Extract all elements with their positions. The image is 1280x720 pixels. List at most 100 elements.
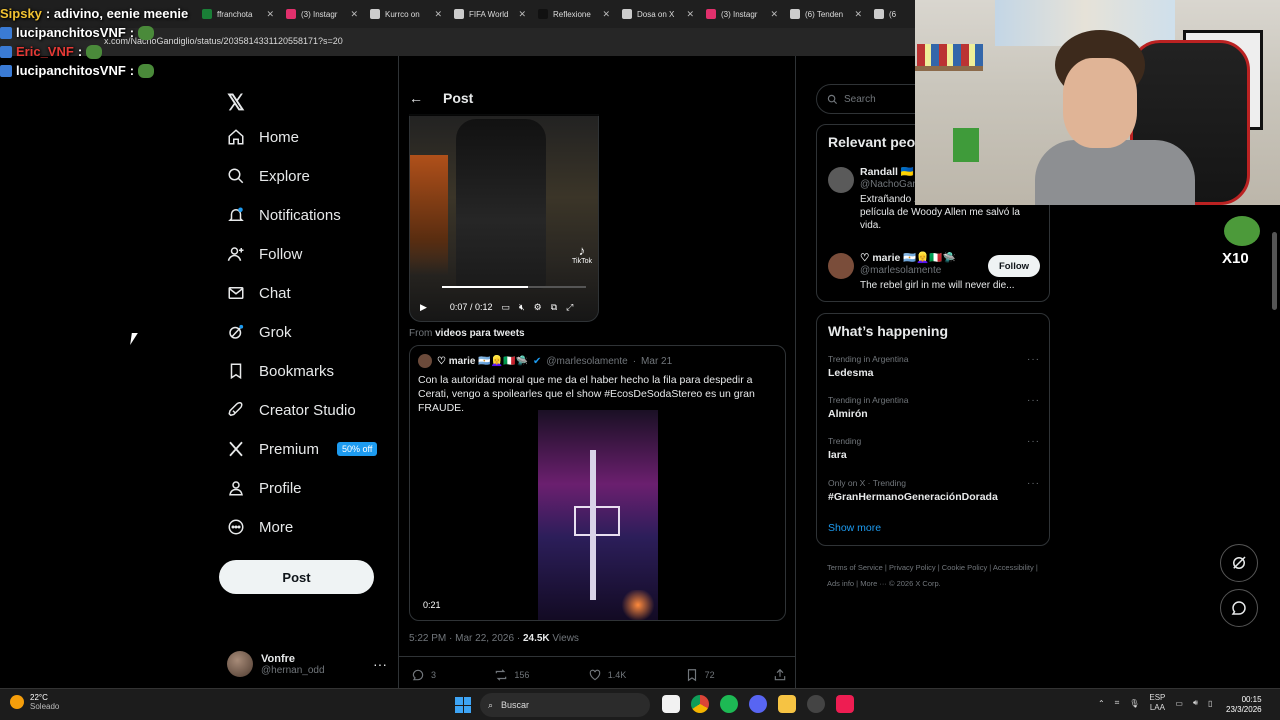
tiktok-icon[interactable]	[836, 695, 854, 713]
more-dots-icon[interactable]: ···	[373, 656, 387, 672]
video-frame-detail	[456, 119, 546, 289]
quoted-video[interactable]	[538, 410, 658, 620]
account-switcher[interactable]: Vonfre @hernan_odd ···	[227, 644, 387, 684]
browser-tab[interactable]: (6) Tenden ✕	[784, 3, 868, 25]
popout-icon[interactable]: ⧉	[551, 302, 557, 313]
nav-chat[interactable]: Chat	[227, 284, 291, 302]
browser-tab[interactable]: (3) Instagr ✕	[700, 3, 784, 25]
trend-item[interactable]: Trending in Argentina Ledesma ···	[828, 354, 1040, 379]
more-dots-icon[interactable]: ···	[1027, 436, 1040, 447]
x-favicon	[790, 9, 800, 19]
chat-badge-icon	[0, 45, 12, 58]
nav-follow[interactable]: Follow	[227, 245, 302, 263]
follow-button[interactable]: Follow	[988, 255, 1040, 277]
nav-notifications[interactable]: Notifications	[227, 206, 341, 224]
browser-tab[interactable]: Reflexione ✕	[532, 3, 616, 25]
chat-user: lucipanchitosVNF	[16, 25, 126, 40]
browser-tab[interactable]: (3) Instagr ✕	[280, 3, 364, 25]
nav-premium[interactable]: Premium 50% off	[227, 440, 378, 458]
close-tab-icon[interactable]: ✕	[350, 9, 358, 20]
more-dots-icon[interactable]: ···	[1027, 354, 1040, 365]
system-clock[interactable]: 00:15 23/3/2026	[1226, 695, 1262, 715]
close-tab-icon[interactable]: ✕	[686, 9, 694, 20]
footer-links[interactable]: Terms of Service | Privacy Policy | Cook…	[827, 560, 1047, 592]
captions-icon[interactable]: ▭	[501, 302, 510, 313]
nav-home[interactable]: Home	[227, 128, 299, 146]
nav-explore[interactable]: Explore	[227, 167, 310, 185]
close-tab-icon[interactable]: ✕	[602, 9, 610, 20]
taskbar-search-label: Buscar	[501, 700, 530, 710]
bookmark-button[interactable]: 72	[685, 668, 715, 682]
close-tab-icon[interactable]: ✕	[518, 9, 526, 20]
nav-grok[interactable]: Grok	[227, 323, 292, 341]
close-tab-icon[interactable]: ✕	[854, 9, 862, 20]
network-icon[interactable]: ⌗	[1115, 698, 1120, 708]
rocket-icon	[228, 402, 243, 417]
monitor-icon[interactable]: ▭	[1175, 699, 1183, 708]
language-indicator[interactable]: ESP LAA	[1149, 693, 1165, 713]
volume-icon[interactable]: 🔊︎	[1193, 698, 1198, 708]
repost-button[interactable]: 156	[494, 668, 529, 682]
chevron-up-icon[interactable]: ⌃	[1098, 699, 1105, 708]
close-tab-icon[interactable]: ✕	[434, 9, 442, 20]
browser-tab[interactable]: Kurrco on ✕	[364, 3, 448, 25]
windows-start-icon[interactable]	[455, 697, 471, 713]
file-explorer-icon[interactable]	[778, 695, 796, 713]
add-person-icon	[227, 247, 244, 261]
microphone-icon[interactable]: 🎙︎	[1129, 699, 1139, 708]
chrome-icon[interactable]	[691, 695, 709, 713]
messages-fab[interactable]	[1220, 589, 1258, 627]
nav-profile[interactable]: Profile	[227, 479, 302, 497]
weather-widget[interactable]: 22°C Soleado	[10, 693, 59, 711]
nav-notifications-label: Notifications	[259, 206, 341, 224]
taskbar: 22°C Soleado ⌕ Buscar ⌃ ⌗ 🎙︎ ESP LAA ▭ 🔊…	[0, 688, 1280, 720]
nav-bookmarks[interactable]: Bookmarks	[227, 362, 334, 380]
taskbar-search[interactable]: ⌕ Buscar	[480, 693, 650, 717]
clock-date: 23/3/2026	[1226, 705, 1262, 714]
chat-user: Eric_VNF	[16, 44, 74, 59]
quoted-post[interactable]: ♡ marie 🇦🇷👱‍♀️🇮🇹🛸 ✔ @marlesolamente · Ma…	[409, 345, 786, 621]
more-dots-icon[interactable]: ···	[1027, 395, 1040, 406]
close-tab-icon[interactable]: ✕	[770, 9, 778, 20]
video-frame-detail	[574, 506, 620, 536]
trend-item[interactable]: Trending Iara ···	[828, 436, 1040, 461]
repost-icon	[496, 669, 507, 681]
fullscreen-icon[interactable]: ⤢	[566, 302, 573, 313]
play-icon[interactable]: ▶	[420, 302, 427, 313]
browser-tab[interactable]: ffranchota ✕	[196, 3, 280, 25]
spotify-icon[interactable]	[720, 695, 738, 713]
nav-more[interactable]: More	[227, 518, 293, 536]
person-suggestion[interactable]: ♡ marie 🇦🇷👱‍♀️🇮🇹🛸 @marlesolamente The re…	[828, 251, 1040, 297]
quoted-author-name: ♡ marie 🇦🇷👱‍♀️🇮🇹🛸	[437, 355, 529, 367]
share-button[interactable]	[773, 668, 787, 682]
grok-fab[interactable]	[1220, 544, 1258, 582]
nav-creator-studio[interactable]: Creator Studio	[227, 401, 356, 419]
task-view-icon[interactable]	[662, 695, 680, 713]
trend-item[interactable]: Only on X · Trending #GranHermanoGenerac…	[828, 478, 1040, 503]
more-dots-icon[interactable]: ···	[1027, 478, 1040, 489]
bell-icon	[228, 207, 244, 221]
close-tab-icon[interactable]: ✕	[266, 9, 274, 20]
screen: ffranchota ✕ (3) Instagr ✕ Kurrco on ✕ FIFA Wo…	[0, 0, 1280, 720]
search-placeholder: Search	[844, 93, 876, 105]
browser-tab[interactable]: Dosa on X ✕	[616, 3, 700, 25]
back-arrow-icon[interactable]: ←	[409, 90, 423, 106]
discord-icon[interactable]	[749, 695, 767, 713]
x-logo-icon[interactable]: 𝕏	[227, 90, 245, 116]
obs-icon[interactable]	[807, 695, 825, 713]
volume-muted-icon[interactable]: 🔇︎	[519, 302, 525, 313]
from-source-link[interactable]: videos para tweets	[435, 328, 524, 339]
like-button[interactable]: 1.4K	[588, 668, 626, 682]
battery-icon[interactable]: ▯	[1208, 699, 1212, 708]
trend-item[interactable]: Trending in Argentina Almirón ···	[828, 395, 1040, 420]
video-progress-bar[interactable]	[442, 286, 586, 288]
more-circle-icon	[228, 519, 244, 535]
scrollbar[interactable]	[1272, 232, 1277, 310]
post-button[interactable]: Post	[219, 560, 374, 594]
embedded-video[interactable]: ♪ TikTok ▶ 0:07 / 0:12 ▭ 🔇︎ ⚙ ⧉ ⤢	[409, 114, 599, 322]
show-more-link[interactable]: Show more	[828, 522, 881, 534]
settings-gear-icon[interactable]: ⚙	[534, 302, 542, 313]
browser-tab[interactable]: FIFA World ✕	[448, 3, 532, 25]
reply-button[interactable]: 3	[411, 668, 436, 682]
person-icon	[229, 481, 243, 496]
